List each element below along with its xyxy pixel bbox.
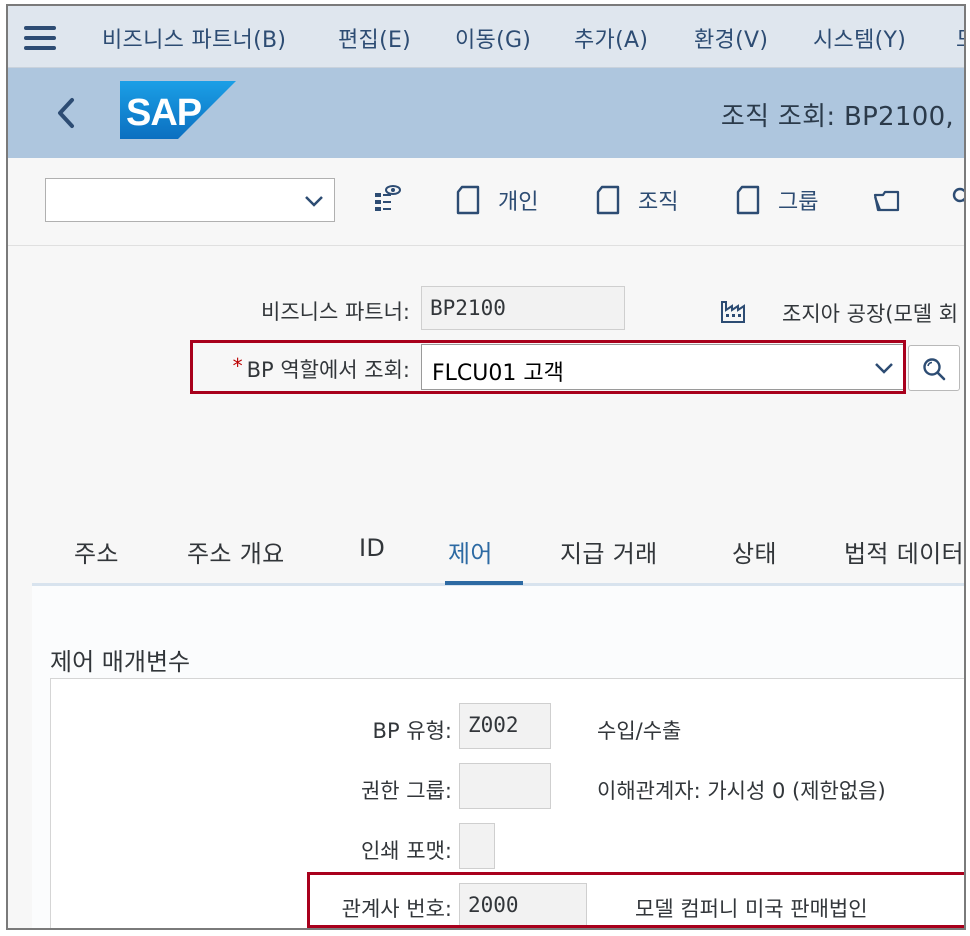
section-title: 제어 매개변수 (50, 648, 191, 676)
group-button-label: 그룹 (778, 190, 819, 215)
bp-type-label: BP 유형: (372, 719, 452, 743)
organization-name: 조지아 공장(모델 회 (782, 302, 959, 326)
active-tab-indicator (445, 581, 523, 585)
shell-header: SAP 조직 조회: BP2100, (8, 68, 964, 158)
menu-goto[interactable]: 이동(G) (455, 22, 531, 54)
bp-type-desc: 수입/수출 (597, 719, 682, 743)
trading-partner-field[interactable]: 2000 (459, 883, 587, 927)
app-window: 비즈니스 파트너(B) 편집(E) 이동(G) 추가(A) 환경(V) 시스템(… (6, 4, 966, 930)
tab-status[interactable]: 상태 (732, 534, 777, 569)
menu-help[interactable]: 도 (956, 22, 964, 54)
tab-address-overview[interactable]: 주소 개요 (187, 534, 284, 569)
more-tools-button[interactable] (948, 180, 964, 220)
content-area: 비즈니스 파트너: BP2100 조지아 공장(모델 회 * BP 역할에서 조회… (8, 246, 964, 928)
factory-icon (721, 301, 745, 323)
bp-type-field[interactable]: Z002 (459, 703, 551, 749)
print-format-label: 인쇄 포맷: (360, 839, 452, 863)
tab-payment-transactions[interactable]: 지급 거래 (560, 534, 657, 569)
menu-extras[interactable]: 추가(A) (574, 22, 648, 54)
menu-environment[interactable]: 환경(V) (694, 22, 768, 54)
bp-number-field[interactable]: BP2100 (421, 286, 625, 330)
organization-button[interactable]: 조직 (594, 180, 678, 220)
display-details-button[interactable] (372, 180, 402, 220)
menu-edit[interactable]: 편집(E) (338, 22, 411, 54)
document-icon (456, 185, 480, 215)
details-eye-icon (375, 185, 401, 211)
trading-partner-desc: 모델 컴퍼니 미국 판매법인 (635, 897, 868, 921)
person-button[interactable]: 개인 (454, 180, 538, 220)
menu-business-partner[interactable]: 비즈니스 파트너(B) (102, 22, 286, 54)
toolbar-dropdown[interactable] (45, 178, 335, 222)
chevron-down-icon (875, 363, 893, 374)
bp-role-label-text: BP 역할에서 조회: (246, 358, 410, 382)
menu-bar: 비즈니스 파트너(B) 편집(E) 이동(G) 추가(A) 환경(V) 시스템(… (8, 6, 964, 68)
chevron-down-icon (305, 196, 323, 207)
control-panel: BP 유형: Z002 수입/수출 권한 그룹: 이해관계자: 가시성 0 (제… (50, 678, 964, 928)
document-icon (596, 185, 620, 215)
tab-address[interactable]: 주소 (74, 534, 119, 569)
organization-button-label: 조직 (638, 190, 679, 215)
authorization-group-desc: 이해관계자: 가시성 0 (제한없음) (597, 779, 886, 803)
document-icon (736, 185, 760, 215)
bp-role-select-value: FLCU01 고객 (432, 361, 564, 386)
authorization-group-label: 권한 그룹: (360, 779, 452, 803)
folder-open-icon (873, 190, 900, 212)
tab-id[interactable]: ID (359, 534, 385, 562)
bp-role-select[interactable]: FLCU01 고객 (421, 344, 905, 390)
tools-icon (952, 187, 964, 203)
print-format-field[interactable] (459, 823, 495, 869)
person-button-label: 개인 (498, 190, 539, 215)
menu-system[interactable]: 시스템(Y) (813, 22, 906, 54)
magnifier-icon (923, 358, 946, 381)
bp-label: 비즈니스 파트너: (261, 300, 410, 324)
hamburger-menu-icon[interactable] (24, 26, 56, 50)
tab-legal-data[interactable]: 법적 데이터 (844, 534, 964, 569)
open-folder-button[interactable] (872, 180, 902, 220)
control-section: 제어 매개변수 BP 유형: Z002 수입/수출 권한 그룹: 이해관계자: … (32, 586, 964, 928)
back-icon[interactable] (52, 94, 82, 132)
sap-logo: SAP (120, 81, 236, 139)
tab-bar: 주소 주소 개요 ID 제어 지급 거래 상태 법적 데이터 (32, 526, 964, 586)
svg-text:SAP: SAP (126, 92, 202, 134)
page-title: 조직 조회: BP2100, (720, 102, 954, 132)
trading-partner-label: 관계사 번호: (341, 897, 452, 921)
bp-role-label: * BP 역할에서 조회: (233, 354, 410, 384)
group-button[interactable]: 그룹 (734, 180, 818, 220)
authorization-group-field[interactable] (459, 763, 551, 809)
tab-control[interactable]: 제어 (448, 534, 493, 569)
toolbar: 개인 조직 그룹 (8, 158, 964, 246)
role-search-button[interactable] (908, 345, 960, 391)
required-marker: * (232, 354, 243, 378)
